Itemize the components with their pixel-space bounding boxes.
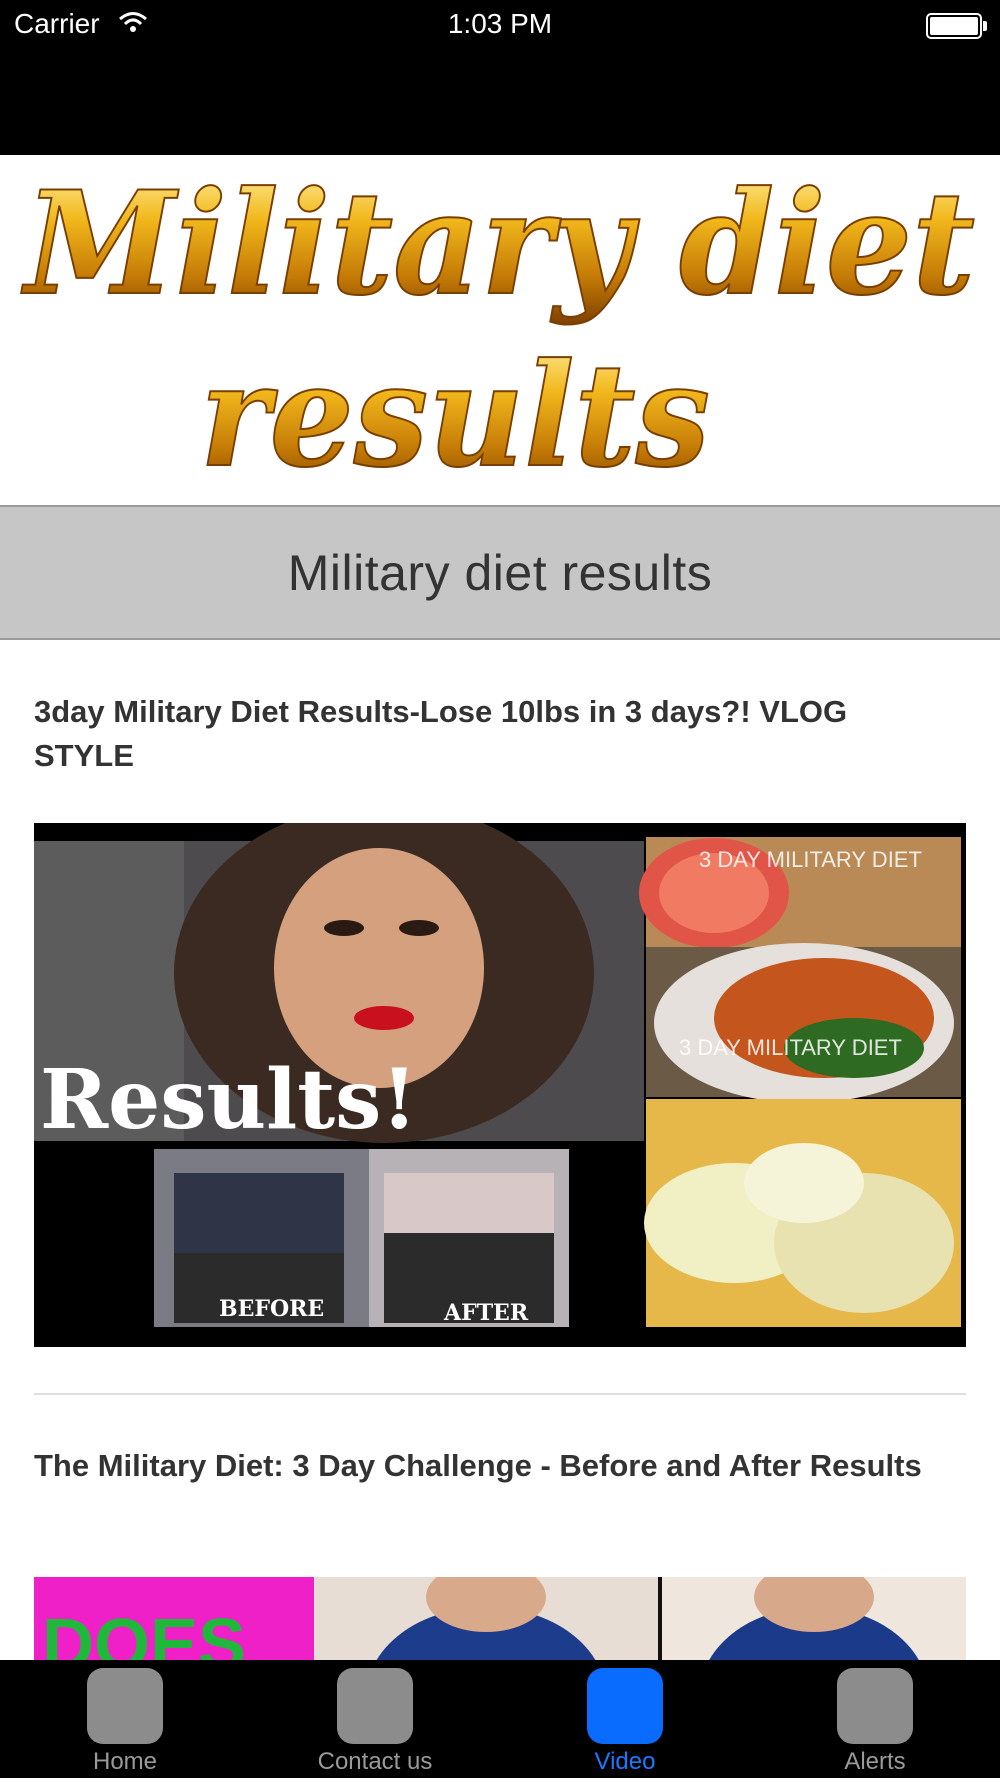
- contact-icon[interactable]: [337, 1668, 413, 1744]
- tab-alerts[interactable]: Alerts: [750, 1660, 1000, 1778]
- thumbnail-after-label: AFTER: [443, 1300, 529, 1326]
- tab-label[interactable]: Home: [0, 1748, 250, 1776]
- status-bar: Carrier 1:03 PM: [0, 0, 1000, 155]
- tab-label[interactable]: Contact us: [250, 1748, 500, 1776]
- tab-contact-us[interactable]: Contact us: [250, 1660, 500, 1778]
- tab-bar: Home Contact us Video Alerts: [0, 1660, 1000, 1778]
- app-banner: Military diet results: [0, 155, 1000, 505]
- video-title[interactable]: The Military Diet: 3 Day Challenge - Bef…: [34, 1444, 934, 1488]
- video-title[interactable]: 3day Military Diet Results-Lose 10lbs in…: [34, 690, 934, 778]
- page-title: Military diet results: [287, 544, 713, 601]
- page-header: Military diet results: [0, 505, 1000, 640]
- banner-line-2: results: [200, 333, 710, 499]
- tab-video[interactable]: Video: [500, 1660, 750, 1778]
- video-thumbnail[interactable]: Results! BEFORE AFTER 3 DAY MILITARY DIE…: [34, 823, 966, 1347]
- video-list[interactable]: 3day Military Diet Results-Lose 10lbs in…: [0, 640, 1000, 1660]
- thumbnail-partial-text: DOES: [42, 1605, 246, 1660]
- home-icon[interactable]: [87, 1668, 163, 1744]
- thumbnail-before-label: BEFORE: [219, 1296, 324, 1322]
- banner-line-1: Military diet: [20, 161, 975, 327]
- thumbnail-results-text: Results!: [40, 1052, 417, 1148]
- alerts-icon[interactable]: [837, 1668, 913, 1744]
- video-thumbnail[interactable]: DOES: [34, 1577, 966, 1660]
- battery-icon: [926, 13, 987, 39]
- banner-logo: Military diet results: [19, 160, 976, 500]
- tab-label[interactable]: Video: [500, 1748, 750, 1776]
- tab-label[interactable]: Alerts: [750, 1748, 1000, 1776]
- video-icon[interactable]: [587, 1668, 663, 1744]
- tab-home[interactable]: Home: [0, 1660, 250, 1778]
- thumbnail-overlay-text: 3 DAY MILITARY DIET: [699, 847, 922, 872]
- divider: [34, 1393, 966, 1395]
- thumbnail-overlay-text: 3 DAY MILITARY DIET: [679, 1035, 902, 1060]
- clock: 1:03 PM: [447, 8, 553, 39]
